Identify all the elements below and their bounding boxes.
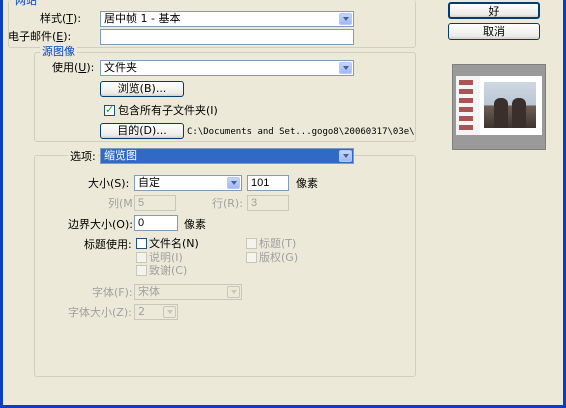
border-size-label: 边界大小(O): xyxy=(68,218,133,231)
title-label: 标题(T) xyxy=(259,237,297,250)
caption-checkbox[interactable] xyxy=(136,252,147,263)
font-select[interactable]: 宋体 xyxy=(134,284,242,300)
copyright-checkbox[interactable] xyxy=(246,252,257,263)
rows-field[interactable] xyxy=(247,195,289,211)
style-label: 样式(T): xyxy=(40,12,82,25)
style-select-value: 居中帧 1 - 基本 xyxy=(104,12,181,25)
use-select[interactable]: 文件夹 xyxy=(100,60,354,76)
preview-thumb xyxy=(459,98,473,103)
site-group-legend: 网站 xyxy=(13,0,39,7)
size-unit-label: 像素 xyxy=(296,177,318,190)
font-size-label: 字体大小(Z): xyxy=(68,306,132,319)
email-field[interactable] xyxy=(100,29,354,45)
use-label: 使用(U): xyxy=(52,61,95,74)
preview-thumbnail-column xyxy=(456,76,480,135)
filename-label: 文件名(N) xyxy=(149,237,199,250)
title-checkbox[interactable] xyxy=(246,238,257,249)
options-select-value: 缩览图 xyxy=(104,149,137,162)
border-size-unit-label: 像素 xyxy=(184,218,206,231)
preview-person xyxy=(494,98,508,128)
font-label: 字体(F): xyxy=(92,286,133,299)
preview-thumb xyxy=(459,89,473,94)
source-group-legend: 源图像 xyxy=(40,45,77,58)
chevron-down-icon[interactable] xyxy=(227,286,240,298)
size-select[interactable]: 自定 xyxy=(134,175,242,191)
rows-label: 行(R): xyxy=(212,197,243,210)
preview-page xyxy=(456,76,542,135)
font-size-select-value: 2 xyxy=(138,305,145,318)
preview-thumb xyxy=(459,80,473,85)
chevron-down-icon[interactable] xyxy=(227,177,240,189)
preview-person xyxy=(512,98,526,128)
filename-checkbox[interactable] xyxy=(136,238,147,249)
browse-button[interactable]: 浏览(B)... xyxy=(100,81,184,97)
destination-path: C:\Documents and Set...gogo8\20060317\03… xyxy=(187,127,415,137)
preview-thumb xyxy=(459,107,473,112)
options-select[interactable]: 缩览图 xyxy=(100,148,354,164)
destination-button[interactable]: 目的(D)... xyxy=(100,123,184,139)
email-label: 电子邮件(E): xyxy=(8,30,72,43)
use-select-value: 文件夹 xyxy=(104,61,137,74)
font-select-value: 宋体 xyxy=(138,285,160,298)
chevron-down-icon[interactable] xyxy=(339,62,352,74)
columns-field[interactable] xyxy=(134,195,176,211)
titles-use-label: 标题使用: xyxy=(84,238,132,251)
size-select-value: 自定 xyxy=(138,176,160,189)
font-size-select[interactable]: 2 xyxy=(134,304,178,320)
include-subfolders-checkbox[interactable] xyxy=(104,103,115,116)
options-label: 选项: xyxy=(68,150,98,163)
caption-label: 说明(I) xyxy=(149,251,183,264)
preview-image xyxy=(452,64,546,150)
preview-thumb xyxy=(459,116,473,121)
size-label: 大小(S): xyxy=(88,177,130,190)
credits-checkbox[interactable] xyxy=(136,265,147,276)
preview-thumb xyxy=(459,125,473,130)
style-select[interactable]: 居中帧 1 - 基本 xyxy=(100,11,354,27)
include-subfolders-label: 包含所有子文件夹(I) xyxy=(118,104,218,117)
chevron-down-icon[interactable] xyxy=(163,306,176,318)
chevron-down-icon[interactable] xyxy=(339,150,352,162)
credits-label: 致谢(C) xyxy=(149,264,188,277)
chevron-down-icon[interactable] xyxy=(339,13,352,25)
border-size-field[interactable] xyxy=(134,215,178,231)
size-number-field[interactable] xyxy=(247,175,289,191)
copyright-label: 版权(G) xyxy=(259,251,299,264)
ok-button[interactable]: 好 xyxy=(448,2,540,19)
cancel-button[interactable]: 取消 xyxy=(448,23,540,40)
preview-photo xyxy=(484,82,536,128)
